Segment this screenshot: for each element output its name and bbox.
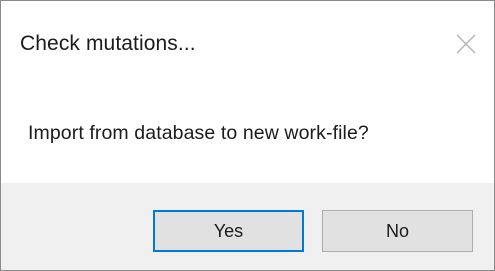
dialog-message: Import from database to new work-file? bbox=[28, 122, 369, 144]
dialog-body: Import from database to new work-file? bbox=[1, 91, 494, 179]
dialog-titlebar: Check mutations... bbox=[1, 1, 494, 91]
dialog-button-bar: Yes No bbox=[1, 183, 494, 270]
close-icon[interactable] bbox=[455, 33, 477, 55]
dialog-title: Check mutations... bbox=[20, 32, 196, 55]
yes-button[interactable]: Yes bbox=[153, 210, 304, 252]
confirm-dialog: Check mutations... Import from database … bbox=[0, 0, 495, 271]
no-button[interactable]: No bbox=[322, 210, 473, 252]
